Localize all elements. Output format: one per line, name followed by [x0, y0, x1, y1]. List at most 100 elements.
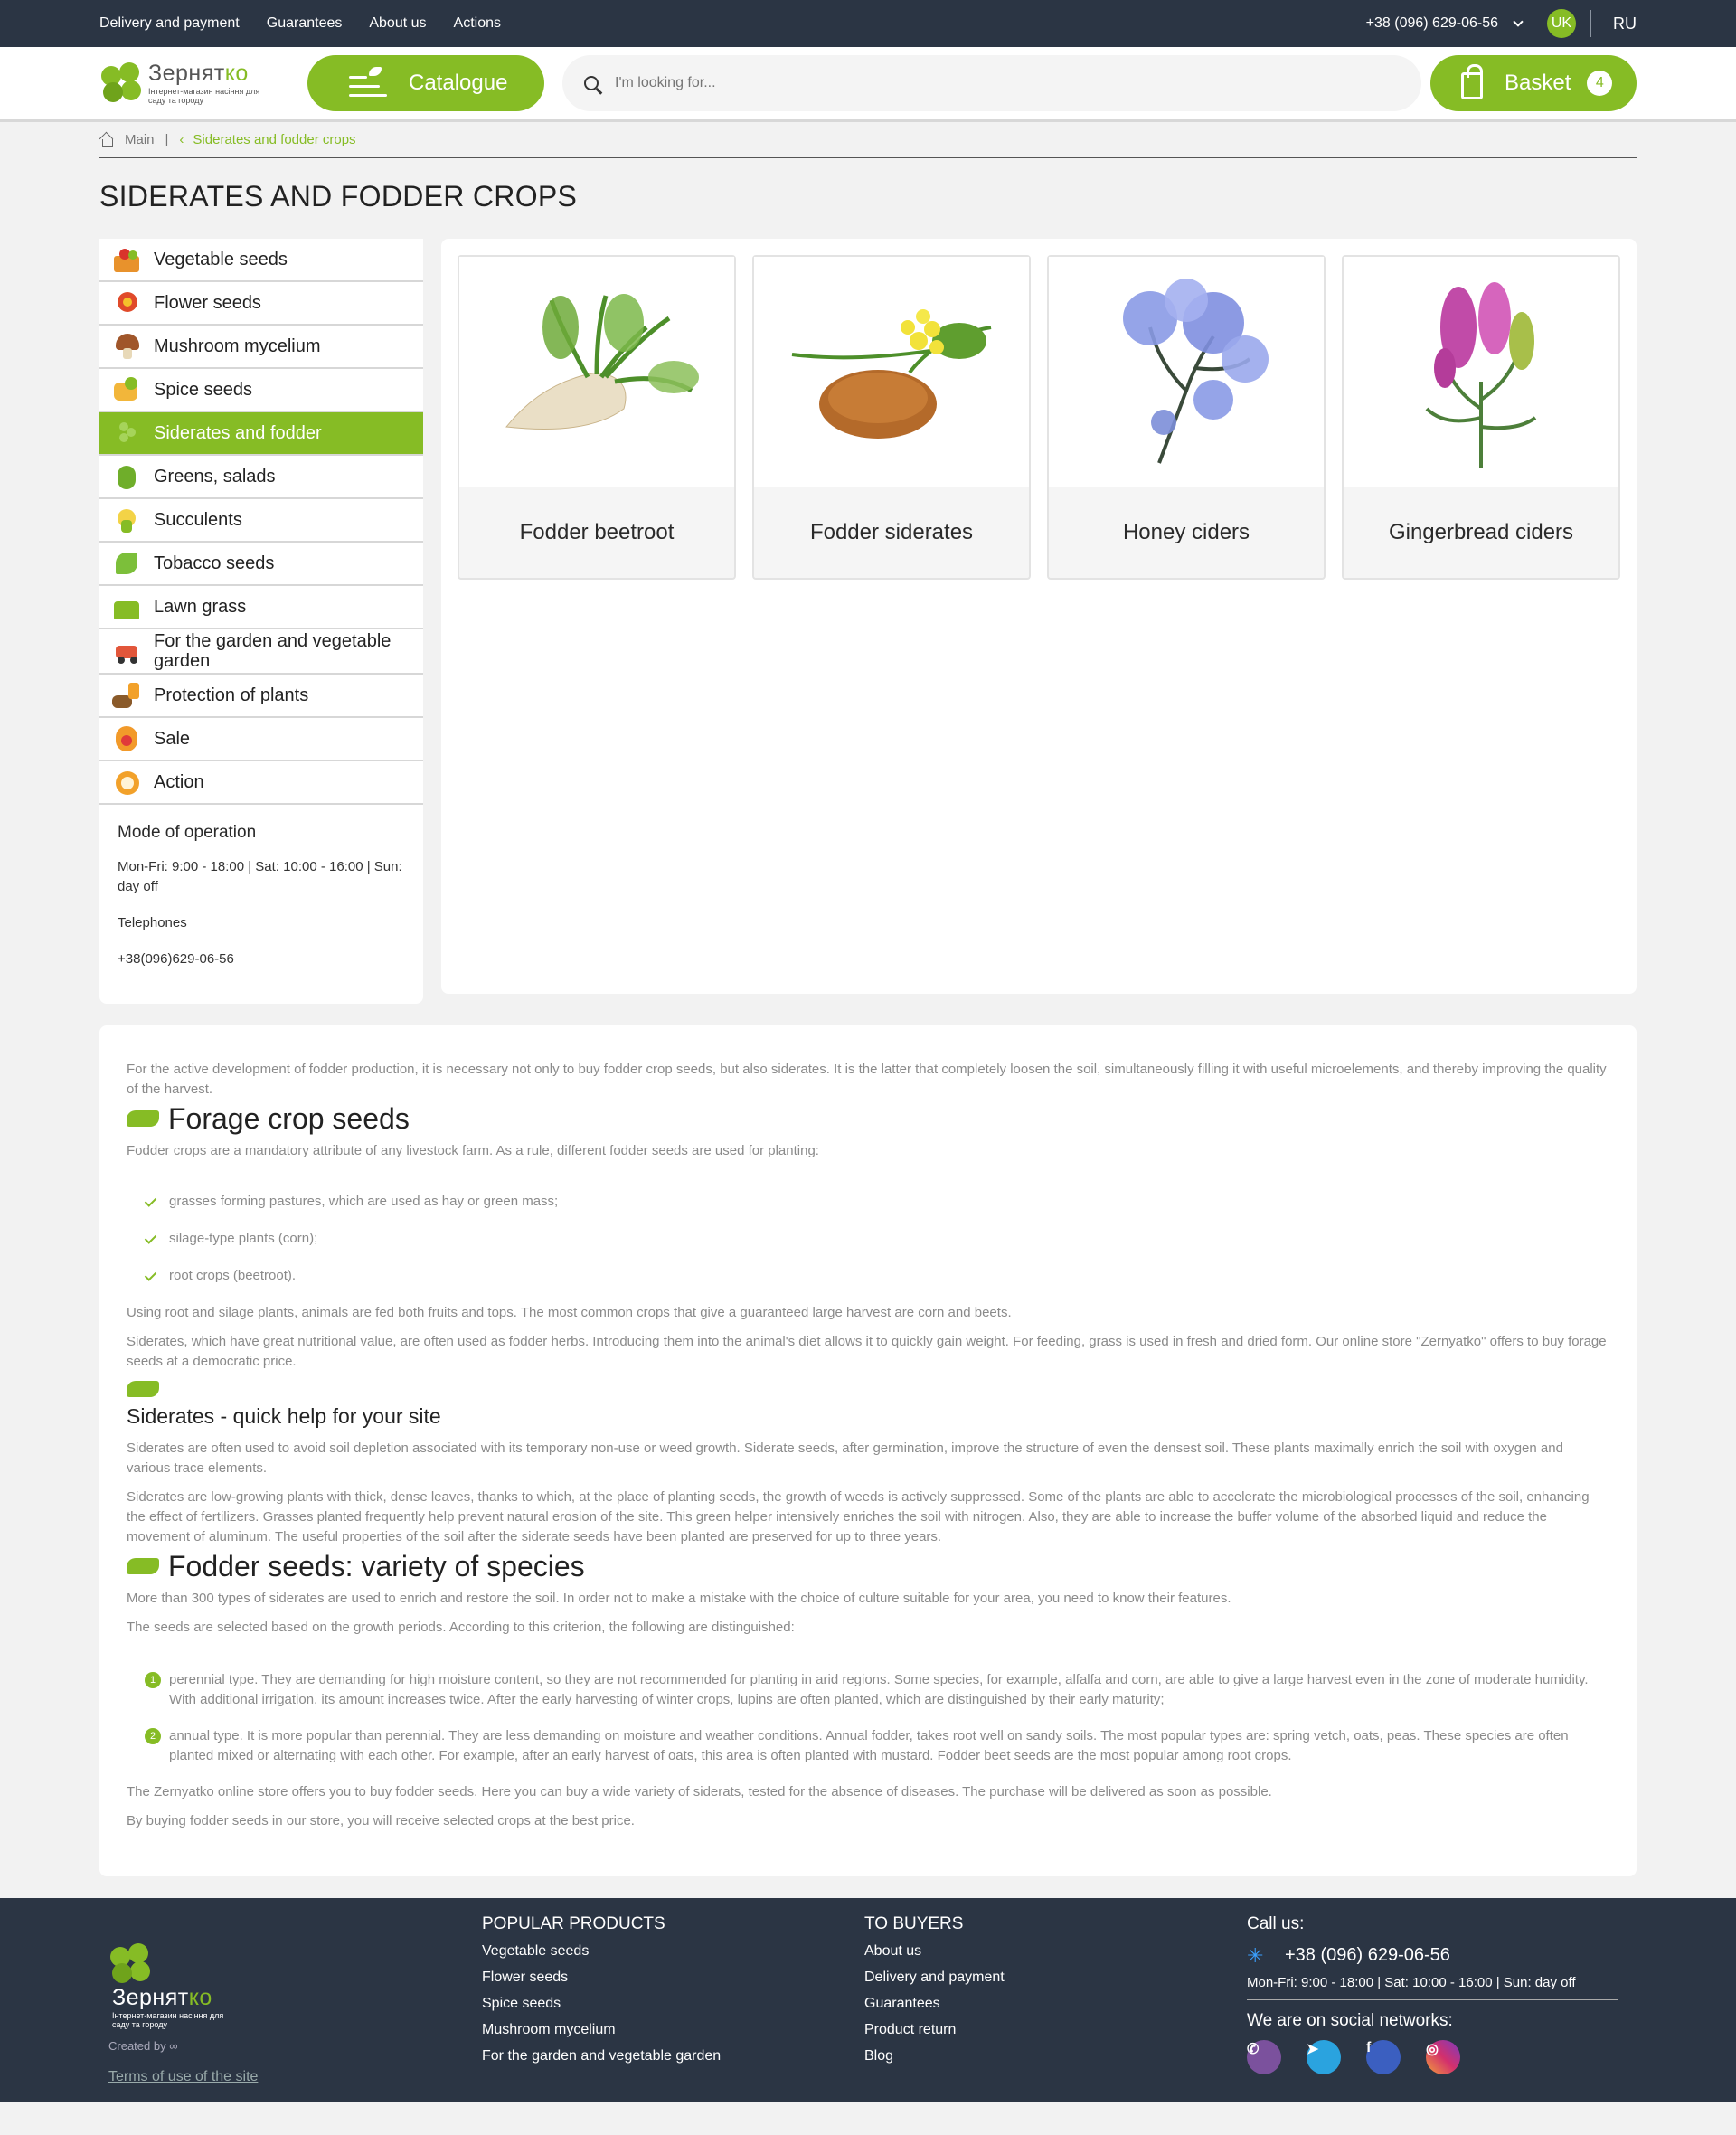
- greens-icon: [110, 462, 143, 491]
- basket-label: Basket: [1505, 71, 1571, 95]
- facebook-icon[interactable]: f: [1366, 2040, 1401, 2074]
- catalogue-button[interactable]: Catalogue: [307, 55, 544, 111]
- chevron-down-icon[interactable]: [1513, 16, 1524, 27]
- lang-uk-button[interactable]: UK: [1547, 9, 1576, 38]
- top-nav-actions[interactable]: Actions: [454, 15, 501, 32]
- product-image-beetroot: [459, 257, 734, 487]
- sidebar-phone[interactable]: +38(096)629-06-56: [118, 949, 405, 969]
- sidebar-item-action[interactable]: Action: [99, 761, 423, 805]
- list-item: root crops (beetroot).: [145, 1266, 1609, 1286]
- footer-link[interactable]: Vegetable seeds: [482, 1943, 864, 1960]
- sidebar-item-label: Flower seeds: [154, 292, 261, 313]
- sidebar-item-garden[interactable]: For the garden and vegetable garden: [99, 629, 423, 675]
- product-image-sainfoin: [1344, 257, 1618, 487]
- telegram-icon[interactable]: ➤: [1307, 2040, 1341, 2074]
- sidebar-item-label: Vegetable seeds: [154, 249, 288, 269]
- search-input[interactable]: [615, 75, 1338, 91]
- footer-link[interactable]: Product return: [864, 2022, 1247, 2038]
- sidebar-item-sale[interactable]: Sale: [99, 718, 423, 761]
- seo-paragraph: Using root and silage plants, animals ar…: [127, 1305, 1012, 1320]
- top-nav-delivery[interactable]: Delivery and payment: [99, 15, 240, 32]
- basket-button[interactable]: Basket 4: [1430, 55, 1637, 111]
- number-badge: 2: [145, 1728, 161, 1744]
- footer-heading: POPULAR PRODUCTS: [482, 1914, 665, 1933]
- footer-contacts: Call us: ✳ +38 (096) 629-06-56 Mon-Fri: 9…: [1247, 1914, 1618, 2095]
- vegetable-basket-icon: [110, 245, 143, 274]
- sidebar-item-label: Tobacco seeds: [154, 553, 275, 573]
- sidebar-item-greens-salads[interactable]: Greens, salads: [99, 456, 423, 499]
- footer-link[interactable]: Flower seeds: [482, 1970, 864, 1986]
- footer-link[interactable]: Spice seeds: [482, 1996, 864, 2012]
- list-item: grasses forming pastures, which are used…: [145, 1192, 1609, 1212]
- footer-logo[interactable]: Зернятко Інтернет-магазин насіння для са…: [108, 1941, 307, 2029]
- sidebar-item-label: Lawn grass: [154, 596, 247, 617]
- sidebar-item-siderates-fodder[interactable]: Siderates and fodder: [99, 412, 423, 456]
- mushroom-icon: [110, 332, 143, 361]
- seo-paragraph: Siderates, which have great nutritional …: [127, 1334, 1607, 1369]
- seo-article: For the active development of fodder pro…: [99, 1025, 1637, 1876]
- list-item: silage-type plants (corn);: [145, 1229, 1609, 1249]
- product-card-gingerbread-ciders[interactable]: Gingerbread ciders: [1342, 255, 1620, 580]
- header: Зернятко Інтернет-магазин насіння для са…: [0, 47, 1736, 122]
- telephones-label: Telephones: [118, 915, 187, 931]
- breadcrumb-separator: |: [165, 132, 169, 147]
- footer-link[interactable]: Delivery and payment: [864, 1970, 1247, 1986]
- sidebar-item-vegetable-seeds[interactable]: Vegetable seeds: [99, 239, 423, 282]
- succulent-icon: [110, 505, 143, 534]
- footer-link[interactable]: Blog: [864, 2048, 1247, 2064]
- list-item: 1 perennial type. They are demanding for …: [145, 1670, 1609, 1710]
- sidebar-item-spice-seeds[interactable]: Spice seeds: [99, 369, 423, 412]
- logo-tagline: Інтернет-магазин насіння для саду та гор…: [148, 86, 260, 105]
- breadcrumb-home[interactable]: Main: [125, 132, 155, 147]
- logo[interactable]: Зернятко Інтернет-магазин насіння для са…: [99, 61, 298, 106]
- sidebar-item-lawn-grass[interactable]: Lawn grass: [99, 586, 423, 629]
- breadcrumb-current: Siderates and fodder crops: [193, 132, 356, 147]
- leaf-icon: [127, 1110, 159, 1127]
- top-nav: Delivery and payment Guarantees About us…: [99, 15, 501, 32]
- footer-phone[interactable]: ✳ +38 (096) 629-06-56: [1247, 1945, 1618, 1966]
- top-bar: Delivery and payment Guarantees About us…: [0, 0, 1736, 47]
- sidebar-item-label: Action: [154, 771, 204, 792]
- sidebar-item-succulents[interactable]: Succulents: [99, 499, 423, 543]
- social-links: ✆ ➤ f ◎: [1247, 2040, 1618, 2084]
- sidebar-item-flower-seeds[interactable]: Flower seeds: [99, 282, 423, 326]
- viber-icon[interactable]: ✆: [1247, 2040, 1281, 2074]
- created-by[interactable]: Created by ∞: [108, 2039, 482, 2053]
- home-icon[interactable]: [99, 134, 114, 147]
- footer-link[interactable]: For the garden and vegetable garden: [482, 2048, 864, 2064]
- sidebar-item-tobacco-seeds[interactable]: Tobacco seeds: [99, 543, 423, 586]
- footer-heading: TO BUYERS: [864, 1914, 964, 1933]
- sidebar-item-plant-protection[interactable]: Protection of plants: [99, 675, 423, 718]
- seo-heading-forage: Forage crop seeds: [127, 1104, 1609, 1133]
- instagram-icon[interactable]: ◎: [1426, 2040, 1460, 2074]
- chevron-left-icon[interactable]: ‹: [179, 132, 184, 147]
- catalogue-label: Catalogue: [409, 71, 508, 95]
- product-title: Fodder siderates: [809, 520, 974, 544]
- lang-ru-button[interactable]: RU: [1613, 14, 1637, 33]
- infinity-logo-icon: ∞: [169, 2039, 178, 2053]
- seo-check-list: grasses forming pastures, which are used…: [145, 1192, 1609, 1286]
- terms-link[interactable]: Terms of use of the site: [108, 2069, 482, 2085]
- search-icon[interactable]: [584, 76, 599, 90]
- footer-link[interactable]: About us: [864, 1943, 1247, 1960]
- page-title: SIDERATES AND FODDER CROPS: [99, 180, 578, 213]
- top-nav-guarantees[interactable]: Guarantees: [267, 15, 343, 32]
- sidebar-item-label: Protection of plants: [154, 685, 309, 705]
- seo-heading-siderates: Siderates - quick help for your site: [127, 1404, 441, 1428]
- product-card-honey-ciders[interactable]: Honey ciders: [1047, 255, 1326, 580]
- number-badge: 1: [145, 1672, 161, 1688]
- footer-link[interactable]: Guarantees: [864, 1996, 1247, 2012]
- product-card-fodder-beetroot[interactable]: Fodder beetroot: [458, 255, 736, 580]
- sprayer-icon: [110, 681, 143, 710]
- sidebar-item-mushroom-mycelium[interactable]: Mushroom mycelium: [99, 326, 423, 369]
- product-title: Fodder beetroot: [519, 520, 675, 544]
- leaf-icon: [127, 1381, 159, 1397]
- search-bar[interactable]: [562, 55, 1421, 111]
- breadcrumb: Main | ‹ Siderates and fodder crops: [99, 122, 1637, 158]
- basket-count-badge: 4: [1587, 71, 1613, 96]
- footer-link[interactable]: Mushroom mycelium: [482, 2022, 864, 2038]
- top-nav-about[interactable]: About us: [369, 15, 426, 32]
- clover-logo-icon: [99, 61, 145, 106]
- top-phone[interactable]: +38 (096) 629-06-56: [1366, 15, 1498, 32]
- product-card-fodder-siderates[interactable]: Fodder siderates: [752, 255, 1031, 580]
